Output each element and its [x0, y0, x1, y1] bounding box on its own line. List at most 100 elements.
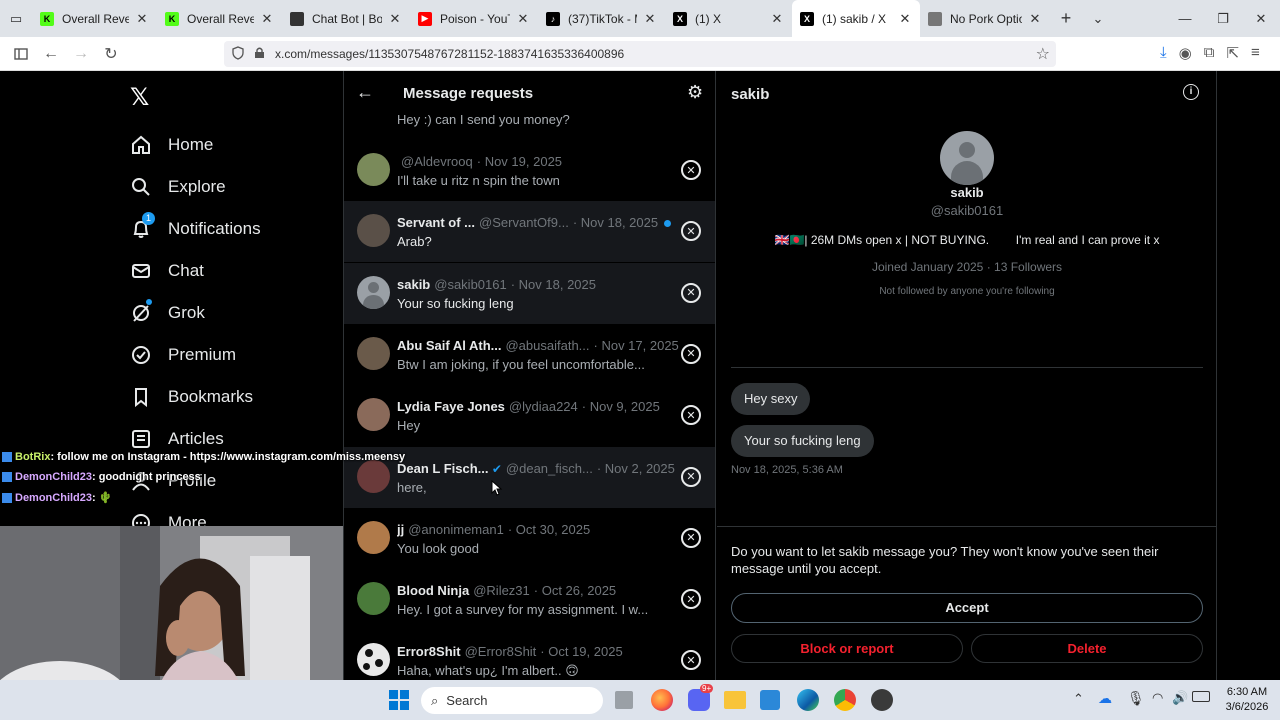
sender-name[interactable]: Dean L Fisch...	[397, 461, 489, 476]
list-item[interactable]: @Aldevrooq · Nov 19, 2025 I'll take u ritz…	[344, 140, 715, 201]
file-explorer-icon[interactable]	[724, 691, 746, 709]
sidebar-toggle-icon[interactable]	[6, 39, 36, 69]
avatar[interactable]	[357, 214, 390, 248]
dismiss-request-button[interactable]: ✕	[681, 282, 701, 303]
dismiss-request-button[interactable]: ✕	[681, 221, 701, 242]
taskbar-search[interactable]: ⌕ Search	[421, 687, 603, 714]
battery-icon[interactable]	[1192, 691, 1210, 702]
dismiss-request-button[interactable]: ✕	[681, 405, 701, 426]
browser-tab[interactable]: X (1) X ✕	[665, 0, 792, 37]
dismiss-request-button[interactable]: ✕	[681, 650, 701, 671]
accept-button[interactable]: Accept	[731, 593, 1203, 623]
browser-tab[interactable]: X (1) sakib / X ✕	[792, 0, 920, 37]
extensions-icon[interactable]: ⧉	[1204, 44, 1215, 62]
x-logo-icon[interactable]: 𝕏	[130, 83, 149, 112]
url-text[interactable]: x.com/messages/1135307548767281152-18837…	[275, 47, 624, 61]
task-view-icon[interactable]	[615, 691, 633, 709]
edge-icon[interactable]	[797, 689, 819, 711]
list-item[interactable]: jj @anonimeman1 · Oct 30, 2025 You look goo…	[344, 508, 715, 569]
address-bar[interactable]: x.com/messages/1135307548767281152-18837…	[224, 41, 1056, 67]
account-icon[interactable]: ◉	[1179, 44, 1192, 62]
browser-tab[interactable]: K Overall Revenue - ✕	[157, 0, 282, 37]
list-item[interactable]: Error8Shit @Error8Shit · Oct 19, 2025 Haha,…	[344, 630, 715, 680]
list-item[interactable]: Servant of ... @ServantOf9... · Nov 18, 20…	[344, 201, 715, 263]
download-icon[interactable]: ⤓	[1160, 44, 1167, 62]
browser-tab[interactable]: Chat Bot | BotRix ✕	[282, 0, 410, 37]
clock-time[interactable]: 6:30 AM	[1222, 686, 1272, 698]
list-item[interactable]: Abu Saif Al Ath... @abusaifath... · Nov 17…	[344, 324, 715, 385]
star-icon[interactable]: ☆	[1036, 44, 1050, 64]
avatar[interactable]	[357, 275, 390, 309]
nav-item-grok[interactable]: Grok	[130, 297, 205, 329]
chevron-up-icon[interactable]: ⌃	[1073, 691, 1084, 707]
avatar[interactable]	[940, 131, 994, 185]
nav-item-home[interactable]: Home	[130, 129, 213, 161]
browser-tab[interactable]: ▶ Poison - YouTu ✕	[410, 0, 538, 37]
chrome-icon[interactable]	[834, 689, 856, 711]
sender-name[interactable]: Abu Saif Al Ath...	[397, 338, 501, 353]
avatar[interactable]	[357, 582, 390, 616]
minimize-icon[interactable]: —	[1166, 0, 1204, 37]
firefox-icon[interactable]	[651, 689, 673, 711]
clock-date[interactable]: 3/6/2026	[1222, 701, 1272, 713]
settings-icon[interactable]: ⚙	[687, 82, 703, 103]
store-icon[interactable]	[760, 690, 780, 710]
browser-tab[interactable]: K Overall Revenue - ✕	[32, 0, 157, 37]
close-icon[interactable]: ✕	[260, 11, 274, 27]
avatar[interactable]	[357, 459, 390, 493]
message-bubble[interactable]: Your so fucking leng	[731, 425, 874, 457]
windows-start-icon[interactable]	[389, 690, 409, 710]
microphone-icon[interactable]: 🎙	[1127, 690, 1145, 707]
dismiss-request-button[interactable]: ✕	[681, 160, 701, 180]
delete-button[interactable]: Delete	[971, 634, 1203, 663]
dismiss-request-button[interactable]: ✕	[681, 589, 701, 610]
close-icon[interactable]: ✕	[643, 11, 657, 27]
forward-icon[interactable]: →	[66, 39, 96, 69]
close-window-icon[interactable]: ✕	[1242, 0, 1280, 37]
dismiss-request-button[interactable]: ✕	[681, 466, 701, 487]
close-icon[interactable]: ✕	[770, 11, 784, 27]
tab-list-icon[interactable]: ▭	[0, 0, 32, 37]
obs-icon[interactable]	[871, 689, 893, 711]
list-item[interactable]: Blood Ninja @Rilez31 · Oct 26, 2025 Hey. I …	[344, 569, 715, 630]
browser-tab[interactable]: No Pork Options ✕	[920, 0, 1050, 37]
dismiss-request-button[interactable]: ✕	[681, 527, 701, 548]
sender-name[interactable]: Error8Shit	[397, 644, 461, 659]
avatar[interactable]	[357, 336, 390, 370]
info-icon[interactable]: i	[1183, 84, 1199, 100]
onedrive-icon[interactable]: ☁	[1098, 690, 1112, 707]
avatar[interactable]	[357, 153, 390, 186]
back-arrow-icon[interactable]: ←	[356, 82, 374, 103]
close-icon[interactable]: ✕	[388, 11, 402, 27]
profile-name[interactable]: sakib	[717, 185, 1217, 200]
wifi-icon[interactable]: ◠	[1152, 690, 1163, 706]
sender-name[interactable]: Blood Ninja	[397, 583, 469, 598]
back-icon[interactable]: ←	[36, 39, 66, 69]
nav-item-premium[interactable]: Premium	[130, 339, 236, 371]
reload-icon[interactable]: ↻	[96, 39, 126, 69]
dismiss-request-button[interactable]: ✕	[681, 343, 701, 364]
close-icon[interactable]: ✕	[898, 11, 912, 27]
avatar[interactable]	[357, 398, 390, 432]
shield-icon[interactable]	[232, 45, 244, 63]
sender-name[interactable]: Lydia Faye Jones	[397, 399, 505, 414]
volume-icon[interactable]: 🔊	[1172, 690, 1188, 706]
avatar[interactable]	[357, 520, 390, 554]
sender-name[interactable]: Servant of ...	[397, 215, 475, 230]
lock-icon[interactable]	[254, 46, 265, 62]
nav-item-chat[interactable]: Chat	[130, 255, 204, 287]
nav-item-notifications[interactable]: 1 Notifications	[130, 212, 261, 245]
browser-tab[interactable]: ♪ (37)TikTok - Make ✕	[538, 0, 665, 37]
close-icon[interactable]: ✕	[516, 11, 530, 27]
list-item[interactable]: Lydia Faye Jones @lydiaa224 · Nov 9, 2025 H…	[344, 385, 715, 446]
close-icon[interactable]: ✕	[135, 11, 149, 27]
nav-item-explore[interactable]: Explore	[130, 171, 226, 203]
avatar[interactable]	[357, 643, 390, 677]
menu-icon[interactable]: ≡	[1251, 44, 1260, 62]
share-icon[interactable]: ⇱	[1226, 44, 1239, 62]
block-report-button[interactable]: Block or report	[731, 634, 963, 663]
new-tab-icon[interactable]: +	[1050, 0, 1082, 37]
close-icon[interactable]: ✕	[1028, 11, 1042, 27]
nav-item-bookmarks[interactable]: Bookmarks	[130, 381, 253, 413]
sender-name[interactable]: sakib	[397, 277, 430, 292]
